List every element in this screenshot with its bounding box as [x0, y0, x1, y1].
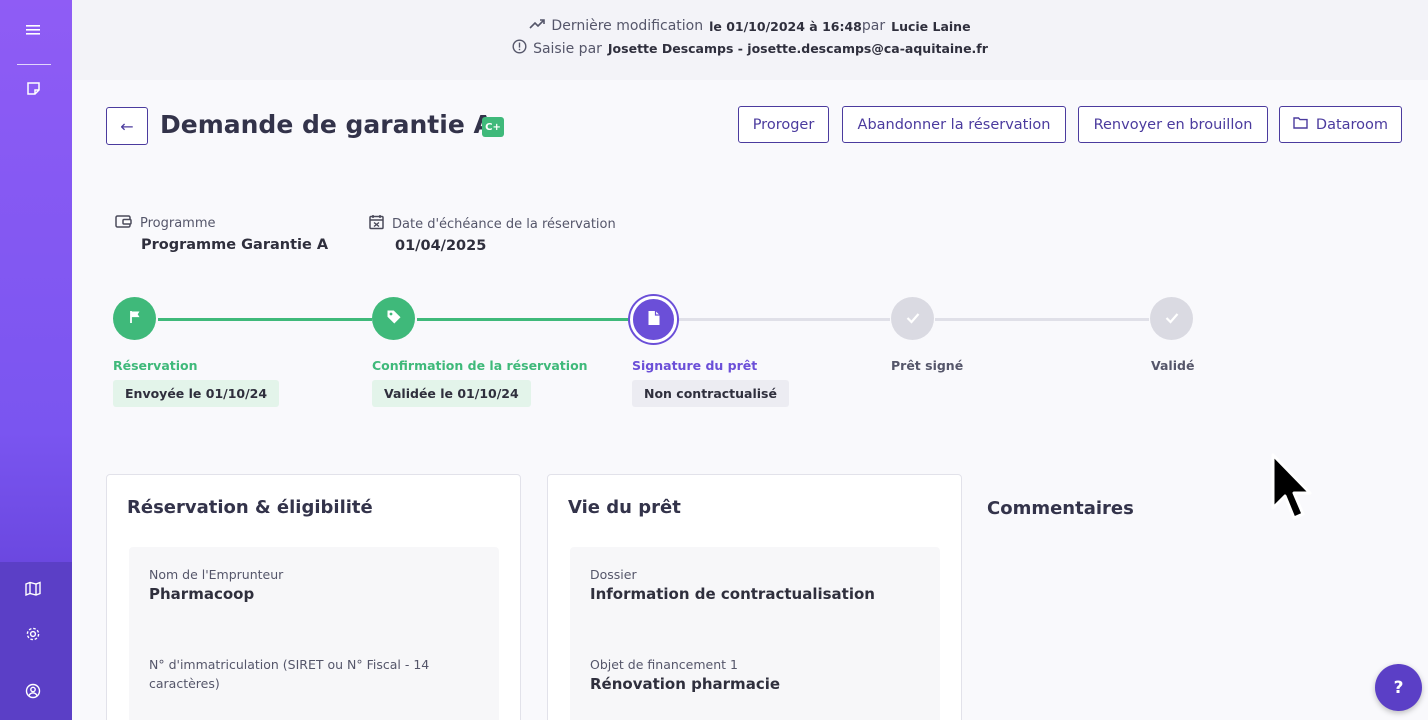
step-label: Prêt signé	[891, 358, 964, 373]
programme-value: Programme Garantie A	[141, 237, 329, 253]
trend-icon	[529, 18, 546, 34]
wallet-icon	[115, 214, 132, 233]
arrow-left-icon: ←	[120, 116, 134, 136]
last-modified-label: Dernière modification	[551, 18, 704, 34]
sidebar-divider	[17, 64, 51, 65]
entered-by-label: Saisie par	[533, 40, 602, 57]
help-button[interactable]: ?	[1375, 664, 1422, 711]
credit-plus-badge: C+	[482, 117, 504, 137]
deadline-info: Date d'échéance de la réservation 01/04/…	[369, 214, 616, 254]
eligibility-card: Réservation & éligibilité Nom de l'Empru…	[106, 474, 521, 720]
step-label: Réservation	[113, 358, 198, 373]
send-to-draft-button[interactable]: Renvoyer en brouillon	[1078, 106, 1268, 143]
financing-object-label: Objet de financement 1	[590, 657, 738, 672]
modification-info-bar: Dernière modification le 01/10/2024 à 16…	[72, 0, 1428, 80]
step-label: Signature du prêt	[632, 358, 758, 373]
check-icon	[1165, 309, 1179, 328]
step-status-badge: Envoyée le 01/10/24	[113, 380, 280, 407]
flag-icon	[128, 309, 142, 328]
registration-label-line1: N° d'immatriculation (SIRET ou N° Fiscal…	[149, 657, 430, 672]
user-account-icon[interactable]	[22, 680, 44, 702]
deadline-label: Date d'échéance de la réservation	[392, 216, 616, 232]
info-circle-icon	[512, 39, 527, 58]
proroger-label: Proroger	[752, 116, 815, 133]
step-reservation	[113, 297, 156, 340]
document-icon	[647, 310, 661, 330]
settings-gear-icon[interactable]	[22, 623, 44, 645]
step-label: Confirmation de la réservation	[372, 358, 588, 373]
borrower-name-value: Pharmacoop	[149, 585, 255, 603]
draft-label: Renvoyer en brouillon	[1093, 116, 1253, 133]
tag-icon	[386, 309, 402, 329]
check-icon	[906, 309, 920, 328]
modified-by-user: Lucie Laine	[891, 18, 971, 34]
step-connector	[676, 318, 890, 321]
financing-object-value: Rénovation pharmacie	[590, 675, 781, 693]
question-mark-icon: ?	[1393, 677, 1404, 698]
mouse-pointer-icon	[1270, 452, 1314, 526]
programme-label: Programme	[140, 216, 216, 231]
loan-life-card-title: Vie du prêt	[568, 497, 681, 518]
step-connector	[417, 318, 631, 321]
registration-label-line2: caractères)	[149, 676, 220, 691]
step-status-badge: Validée le 01/10/24	[372, 380, 531, 407]
step-loan-signature	[630, 296, 677, 343]
back-button[interactable]: ←	[106, 107, 148, 145]
sidebar	[0, 0, 72, 720]
step-connector	[158, 318, 372, 321]
page-title: Demande de garantie A	[160, 110, 493, 139]
step-status-badge: Non contractualisé	[632, 380, 789, 407]
dataroom-button[interactable]: Dataroom	[1279, 106, 1402, 143]
deadline-value: 01/04/2025	[395, 238, 487, 254]
modified-by-prefix: par	[861, 18, 886, 34]
comments-title: Commentaires	[987, 498, 1134, 519]
eligibility-card-title: Réservation & éligibilité	[127, 497, 373, 518]
entered-by-user: Josette Descamps - josette.descamps@ca-a…	[607, 41, 988, 56]
step-loan-signed	[891, 297, 934, 340]
notes-icon[interactable]	[22, 77, 44, 99]
step-label: Validé	[1151, 358, 1195, 373]
loan-life-card: Vie du prêt Dossier Information de contr…	[547, 474, 962, 720]
proroger-button[interactable]: Proroger	[738, 106, 829, 143]
abandon-reservation-button[interactable]: Abandonner la réservation	[842, 106, 1066, 143]
map-book-icon[interactable]	[22, 577, 44, 599]
dossier-value: Information de contractualisation	[590, 585, 875, 603]
main-content: Dernière modification le 01/10/2024 à 16…	[72, 0, 1428, 720]
programme-info: Programme Programme Garantie A	[115, 214, 328, 253]
entered-by-line: Saisie par Josette Descamps - josette.de…	[72, 39, 1428, 58]
step-validated	[1150, 297, 1193, 340]
dossier-label: Dossier	[590, 567, 637, 582]
calendar-x-icon	[369, 214, 384, 234]
step-connector	[935, 318, 1149, 321]
folder-icon	[1293, 116, 1308, 133]
borrower-name-label: Nom de l'Emprunteur	[149, 567, 284, 582]
last-modified-line: Dernière modification le 01/10/2024 à 16…	[72, 18, 1428, 34]
loan-life-fields: Dossier Information de contractualisatio…	[570, 547, 940, 720]
step-confirmation	[372, 297, 415, 340]
dataroom-label: Dataroom	[1315, 116, 1389, 133]
eligibility-fields: Nom de l'Emprunteur Pharmacoop N° d'imma…	[129, 547, 499, 720]
registration-number-label: N° d'immatriculation (SIRET ou N° Fiscal…	[149, 655, 429, 693]
abandon-label: Abandonner la réservation	[857, 116, 1051, 133]
menu-icon[interactable]	[22, 19, 44, 41]
last-modified-date: le 01/10/2024 à 16:48	[709, 18, 862, 34]
